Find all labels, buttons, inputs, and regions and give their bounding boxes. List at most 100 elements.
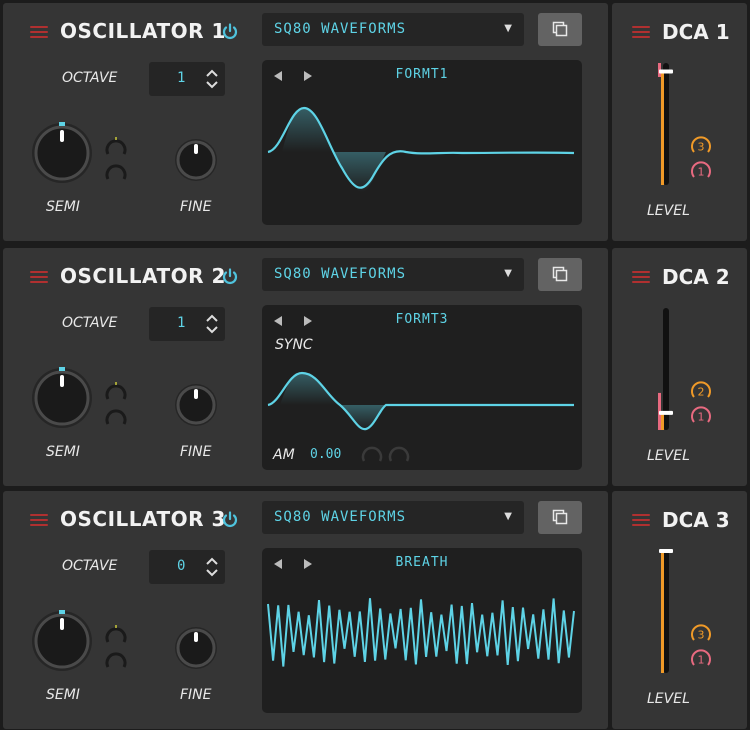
am-knob-a[interactable] xyxy=(360,443,384,467)
waveform-display: FORMT1 xyxy=(262,60,582,225)
dca-1-panel: DCA 1 3 1 LEVEL xyxy=(612,3,747,241)
waveform-bank-dropdown[interactable]: SQ80 WAVEFORMS ▼ xyxy=(262,501,524,534)
fine-label: FINE xyxy=(180,444,212,460)
slider-fill-orange xyxy=(661,71,664,185)
semi-label: SEMI xyxy=(46,199,80,215)
waveform-bank-value: SQ80 WAVEFORMS xyxy=(274,266,407,282)
dca-2-panel: DCA 2 2 1 LEVEL xyxy=(612,248,747,486)
waveform-bank-dropdown[interactable]: SQ80 WAVEFORMS ▼ xyxy=(262,13,524,46)
stepper-arrows-icon[interactable] xyxy=(205,555,219,579)
oscillator-1-panel: OSCILLATOR 1 SQ80 WAVEFORMS ▼ OCTAVE 1 S… xyxy=(3,3,608,241)
stepper-arrows-icon[interactable] xyxy=(205,67,219,91)
octave-value: 1 xyxy=(177,70,186,86)
waveform-plot xyxy=(267,106,575,192)
oscillator-title: OSCILLATOR 1 xyxy=(60,19,226,43)
mod-amount-a[interactable]: 3 xyxy=(690,623,712,645)
semi-mod-knob-b[interactable] xyxy=(104,406,128,430)
waveform-bank-value: SQ80 WAVEFORMS xyxy=(274,509,407,525)
octave-stepper[interactable]: 1 xyxy=(149,307,225,341)
level-slider[interactable] xyxy=(654,547,678,677)
semi-mod-knob-a[interactable] xyxy=(104,624,128,648)
level-label: LEVEL xyxy=(647,448,690,464)
mod-amount-b-label: 1 xyxy=(698,411,705,424)
hamburger-menu-icon[interactable] xyxy=(632,26,650,40)
semi-mod-knob-b[interactable] xyxy=(104,649,128,673)
hamburger-menu-icon[interactable] xyxy=(632,514,650,528)
hamburger-menu-icon[interactable] xyxy=(30,26,48,40)
level-label: LEVEL xyxy=(647,203,690,219)
octave-value: 1 xyxy=(177,315,186,331)
fine-label: FINE xyxy=(180,687,212,703)
waveform-display: BREATH xyxy=(262,548,582,713)
semi-mod-knob-b[interactable] xyxy=(104,161,128,185)
power-icon[interactable] xyxy=(221,268,239,286)
waveform-plot xyxy=(267,371,574,431)
copy-icon xyxy=(552,21,568,37)
fine-label: FINE xyxy=(180,199,212,215)
hamburger-menu-icon[interactable] xyxy=(30,271,48,285)
copy-button[interactable] xyxy=(538,501,582,534)
mod-amount-a-label: 3 xyxy=(698,141,705,154)
semi-knob[interactable] xyxy=(29,608,95,674)
semi-label: SEMI xyxy=(46,687,80,703)
fine-knob[interactable] xyxy=(173,625,219,671)
semi-mod-knob-a[interactable] xyxy=(104,381,128,405)
mod-amount-a[interactable]: 2 xyxy=(690,380,712,402)
fine-knob[interactable] xyxy=(173,382,219,428)
fine-knob[interactable] xyxy=(173,137,219,183)
level-slider[interactable] xyxy=(654,59,678,189)
hamburger-menu-icon[interactable] xyxy=(632,271,650,285)
mod-amount-a[interactable]: 3 xyxy=(690,135,712,157)
caret-down-icon: ▼ xyxy=(504,511,512,522)
slider-fill-orange xyxy=(661,412,664,430)
semi-label: SEMI xyxy=(46,444,80,460)
mod-amount-a-label: 3 xyxy=(698,629,705,642)
octave-label: OCTAVE xyxy=(62,315,118,331)
copy-icon xyxy=(552,509,568,525)
semi-mod-knob-a[interactable] xyxy=(104,136,128,160)
oscillator-2-panel: OSCILLATOR 2 SQ80 WAVEFORMS ▼ OCTAVE 1 S… xyxy=(3,248,608,486)
hamburger-menu-icon[interactable] xyxy=(30,514,48,528)
mod-amount-b-label: 1 xyxy=(698,654,705,667)
semi-knob[interactable] xyxy=(29,365,95,431)
caret-down-icon: ▼ xyxy=(504,268,512,279)
semi-knob[interactable] xyxy=(29,120,95,186)
copy-icon xyxy=(552,266,568,282)
waveform-bank-value: SQ80 WAVEFORMS xyxy=(274,21,407,37)
mod-amount-b-label: 1 xyxy=(698,166,705,179)
waveform-bank-dropdown[interactable]: SQ80 WAVEFORMS ▼ xyxy=(262,258,524,291)
slider-handle xyxy=(659,549,673,553)
caret-down-icon: ▼ xyxy=(504,23,512,34)
dca-3-panel: DCA 3 3 1 LEVEL xyxy=(612,491,747,729)
mod-amount-b[interactable]: 1 xyxy=(690,160,712,182)
octave-stepper[interactable]: 0 xyxy=(149,550,225,584)
dca-title: DCA 2 xyxy=(662,265,730,289)
slider-handle xyxy=(659,69,673,74)
octave-stepper[interactable]: 1 xyxy=(149,62,225,96)
oscillator-title: OSCILLATOR 2 xyxy=(60,264,226,288)
mod-amount-b[interactable]: 1 xyxy=(690,405,712,427)
octave-label: OCTAVE xyxy=(62,70,118,86)
am-knob-b[interactable] xyxy=(387,443,411,467)
power-icon[interactable] xyxy=(221,23,239,41)
octave-label: OCTAVE xyxy=(62,558,118,574)
waveform-plot xyxy=(267,598,575,667)
level-label: LEVEL xyxy=(647,691,690,707)
power-icon[interactable] xyxy=(221,511,239,529)
copy-button[interactable] xyxy=(538,258,582,291)
am-value[interactable]: 0.00 xyxy=(310,447,341,462)
stepper-arrows-icon[interactable] xyxy=(205,312,219,336)
slider-handle xyxy=(659,410,673,415)
am-label: AM xyxy=(273,447,295,463)
octave-value: 0 xyxy=(177,558,186,574)
level-slider[interactable] xyxy=(654,304,678,434)
oscillator-3-panel: OSCILLATOR 3 SQ80 WAVEFORMS ▼ OCTAVE 0 S… xyxy=(3,491,608,729)
mod-amount-b[interactable]: 1 xyxy=(690,648,712,670)
waveform-display: FORMT3 SYNC AM 0.00 xyxy=(262,305,582,470)
slider-fill-orange xyxy=(661,551,664,673)
oscillator-title: OSCILLATOR 3 xyxy=(60,507,226,531)
dca-title: DCA 1 xyxy=(662,20,730,44)
dca-title: DCA 3 xyxy=(662,508,730,532)
copy-button[interactable] xyxy=(538,13,582,46)
mod-amount-a-label: 2 xyxy=(698,386,705,399)
